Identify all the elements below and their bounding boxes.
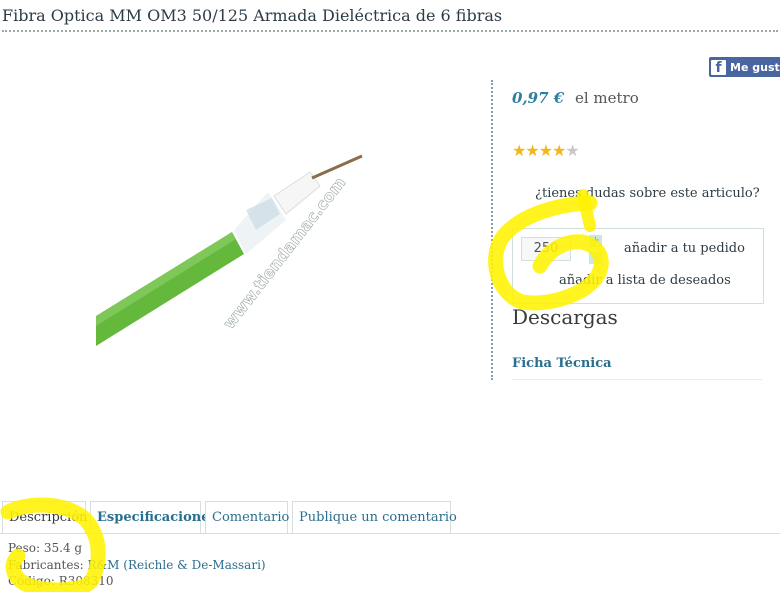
tab-comentario[interactable]: Comentario [205, 501, 289, 533]
star-empty-icon: ★ [565, 141, 579, 160]
tab-especificaciones[interactable]: Especificaciones [90, 501, 217, 533]
spec-code: Código: R308310 [8, 574, 114, 588]
quantity-increment-button[interactable]: + [589, 235, 602, 247]
cable-fiber [311, 154, 363, 180]
spec-weight: Peso: 35.4 g [8, 541, 83, 555]
add-to-order-button[interactable]: añadir a tu pedido [624, 241, 745, 256]
tab-publique-comentario[interactable]: Publique un comentario [292, 501, 457, 533]
tab-descripcion[interactable]: Descripción [2, 501, 87, 533]
datasheet-link[interactable]: Ficha Técnica [512, 356, 762, 380]
facebook-like-label: Me gusta [730, 60, 780, 74]
downloads-heading: Descargas [512, 305, 618, 329]
rating-stars[interactable]: ★★★★★ [512, 141, 580, 160]
price-amount: 0,97 € [512, 89, 565, 107]
price-unit: el metro [574, 89, 639, 107]
manufacturer-link[interactable]: R&M (Reichle & De-Massari) [87, 558, 265, 572]
column-divider [491, 80, 493, 380]
product-image[interactable]: www.tiendamac.com [96, 150, 386, 350]
spec-manufacturer: Fabricantes: R&M (Reichle & De-Massari) [8, 557, 266, 574]
facebook-like-button[interactable]: f Me gusta [709, 57, 780, 77]
star-filled-icon: ★★★★ [512, 141, 566, 160]
spec-manufacturer-label: Fabricantes: [8, 557, 88, 572]
description-content: Peso: 35.4 g Fabricantes: R&M (Reichle &… [8, 540, 266, 590]
quantity-decrement-button[interactable]: – [589, 252, 602, 264]
cable-jacket [96, 232, 244, 346]
add-to-wishlist-button[interactable]: añadir a lista de deseados [559, 273, 731, 288]
quantity-input[interactable] [521, 237, 571, 261]
question-link[interactable]: ¿tienes dudas sobre este articulo? [535, 186, 760, 201]
page-title: Fibra Optica MM OM3 50/125 Armada Dieléc… [2, 6, 778, 32]
facebook-icon: f [711, 59, 726, 75]
price: 0,97 € el metro [512, 89, 639, 107]
